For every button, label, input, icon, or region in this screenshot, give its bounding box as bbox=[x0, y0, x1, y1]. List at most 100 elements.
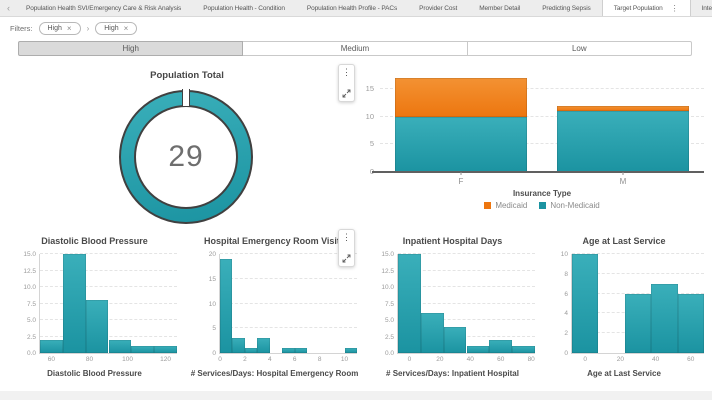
category-tick bbox=[623, 172, 624, 175]
tab-bar: ‹ Population Health SVI/Emergency Care &… bbox=[0, 0, 712, 17]
histogram-bar[interactable] bbox=[572, 254, 598, 353]
x-tick-label: 2 bbox=[243, 356, 247, 363]
expand-icon[interactable] bbox=[342, 89, 351, 98]
legend-label: Non-Medicaid bbox=[550, 201, 599, 210]
tab-population-health-profile-pacs[interactable]: Population Health Profile - PACs bbox=[296, 0, 408, 16]
x-tick-label: 60 bbox=[687, 356, 694, 363]
legend-item-non-medicaid[interactable]: Non-Medicaid bbox=[539, 201, 599, 210]
histogram-bar[interactable] bbox=[421, 313, 444, 353]
histogram-bar[interactable] bbox=[86, 300, 109, 353]
histogram-bar[interactable] bbox=[245, 348, 257, 353]
bar-segment-medicaid[interactable] bbox=[395, 78, 528, 117]
histogram-title: Hospital Emergency Room Visits bbox=[186, 236, 363, 246]
histogram-bar[interactable] bbox=[63, 254, 86, 353]
y-tick-label: 0.0 bbox=[385, 350, 394, 357]
y-tick-label: 0 bbox=[564, 350, 568, 357]
tab-intervention-impact[interactable]: Intervention Impact bbox=[691, 0, 712, 16]
histogram-bar[interactable] bbox=[625, 294, 651, 353]
histogram-bar[interactable] bbox=[467, 346, 490, 353]
x-tick-label: 80 bbox=[86, 356, 93, 363]
risk-level-segmented-control: High Medium Low bbox=[18, 41, 692, 56]
y-tick-label: 0.0 bbox=[27, 350, 36, 357]
tab-label: Intervention Impact bbox=[702, 5, 712, 12]
donut-panel-toolbar: ⋮ bbox=[338, 64, 355, 102]
diastolic-histogram[interactable]: 0.02.55.07.510.012.515.06080100120 bbox=[39, 254, 177, 354]
donut-center-value: 29 bbox=[119, 90, 253, 224]
tab-member-detail[interactable]: Member Detail bbox=[468, 0, 531, 16]
expand-icon[interactable] bbox=[342, 254, 351, 263]
histogram-title: Age at Last Service bbox=[538, 236, 710, 246]
bar-segment-medicaid[interactable] bbox=[557, 106, 690, 112]
y-tick-label: 0 bbox=[212, 350, 216, 357]
bar-segment-non-medicaid[interactable] bbox=[395, 117, 528, 172]
x-tick-label: 0 bbox=[218, 356, 222, 363]
remove-filter-icon[interactable]: × bbox=[124, 24, 129, 33]
y-tick-label: 15 bbox=[209, 276, 216, 283]
y-tick-label: 5.0 bbox=[27, 317, 36, 324]
tab-label: Population Health - Condition bbox=[203, 5, 285, 12]
histogram-bar[interactable] bbox=[220, 259, 232, 353]
tab-population-health-svi[interactable]: Population Health SVI/Emergency Care & R… bbox=[15, 0, 192, 16]
tab-provider-cost[interactable]: Provider Cost bbox=[408, 0, 468, 16]
insurance-type-bar-chart[interactable]: 051015FM bbox=[380, 74, 704, 172]
histogram-bar[interactable] bbox=[345, 348, 357, 353]
tab-label: Member Detail bbox=[479, 5, 520, 12]
x-tick-label: 0 bbox=[583, 356, 587, 363]
y-tick-label: 10.0 bbox=[23, 284, 36, 291]
filter-chip-high-1[interactable]: High × bbox=[39, 22, 81, 35]
histogram-bar[interactable] bbox=[131, 346, 154, 353]
histogram-title: Inpatient Hospital Days bbox=[364, 236, 541, 246]
tab-label: Population Health SVI/Emergency Care & R… bbox=[26, 5, 181, 12]
histogram-bar[interactable] bbox=[512, 346, 535, 353]
tab-label: Predicting Sepsis bbox=[542, 5, 591, 12]
tab-population-health-condition[interactable]: Population Health - Condition bbox=[192, 0, 296, 16]
tab-menu-icon[interactable]: ⋮ bbox=[671, 4, 679, 13]
filter-chip-high-2[interactable]: High × bbox=[95, 22, 137, 35]
histogram-bar[interactable] bbox=[257, 338, 269, 353]
age-histogram[interactable]: 02468100204060 bbox=[571, 254, 704, 354]
remove-filter-icon[interactable]: × bbox=[67, 24, 72, 33]
y-tick-label: 15.0 bbox=[23, 251, 36, 258]
histogram-bar[interactable] bbox=[295, 348, 307, 353]
y-tick-label: 5 bbox=[212, 325, 216, 332]
histogram-bar[interactable] bbox=[444, 327, 467, 353]
filter-chip-label: High bbox=[48, 25, 62, 32]
tab-target-population[interactable]: Target Population ⋮ bbox=[602, 0, 691, 16]
x-tick-label: 0 bbox=[408, 356, 412, 363]
inpatient-days-histogram[interactable]: 0.02.55.07.510.012.515.0020406080 bbox=[397, 254, 535, 354]
histogram-bar[interactable] bbox=[282, 348, 294, 353]
histogram-bar[interactable] bbox=[398, 254, 421, 353]
category-label: M bbox=[620, 177, 627, 186]
population-total-donut[interactable]: 29 bbox=[119, 90, 253, 224]
tab-label: Target Population bbox=[614, 5, 663, 12]
histogram-bar[interactable] bbox=[678, 294, 704, 353]
segment-low[interactable]: Low bbox=[467, 41, 692, 56]
er-visits-histogram-panel: Hospital Emergency Room Visits 051015200… bbox=[186, 234, 363, 386]
histogram-bar[interactable] bbox=[489, 340, 512, 353]
segment-high[interactable]: High bbox=[18, 41, 243, 56]
y-tick-label: 7.5 bbox=[385, 301, 394, 308]
x-axis-title: Diastolic Blood Pressure bbox=[6, 369, 183, 378]
er-visits-histogram[interactable]: 051015200246810 bbox=[219, 254, 357, 354]
y-tick-label: 10 bbox=[209, 301, 216, 308]
x-tick-label: 80 bbox=[528, 356, 535, 363]
x-axis-title: # Services/Days: Inpatient Hospital bbox=[364, 369, 541, 378]
histogram-bar[interactable] bbox=[40, 340, 63, 353]
histogram-bar[interactable] bbox=[232, 338, 244, 353]
y-tick-label: 5 bbox=[370, 139, 374, 148]
filters-label: Filters: bbox=[10, 24, 33, 33]
gridline bbox=[40, 336, 177, 337]
histogram-bar[interactable] bbox=[651, 284, 677, 353]
legend-item-medicaid[interactable]: Medicaid bbox=[484, 201, 527, 210]
histogram-bar[interactable] bbox=[109, 340, 132, 353]
histogram-bar[interactable] bbox=[154, 346, 177, 353]
bar-segment-non-medicaid[interactable] bbox=[557, 111, 690, 172]
menu-icon[interactable]: ⋮ bbox=[342, 233, 351, 242]
y-tick-label: 10 bbox=[561, 251, 568, 258]
segment-medium[interactable]: Medium bbox=[242, 41, 467, 56]
menu-icon[interactable]: ⋮ bbox=[342, 68, 351, 77]
chevron-left-icon[interactable]: ‹ bbox=[2, 0, 15, 16]
x-tick-label: 60 bbox=[497, 356, 504, 363]
x-axis-title: # Services/Days: Hospital Emergency Room bbox=[186, 369, 363, 378]
tab-predicting-sepsis[interactable]: Predicting Sepsis bbox=[531, 0, 602, 16]
